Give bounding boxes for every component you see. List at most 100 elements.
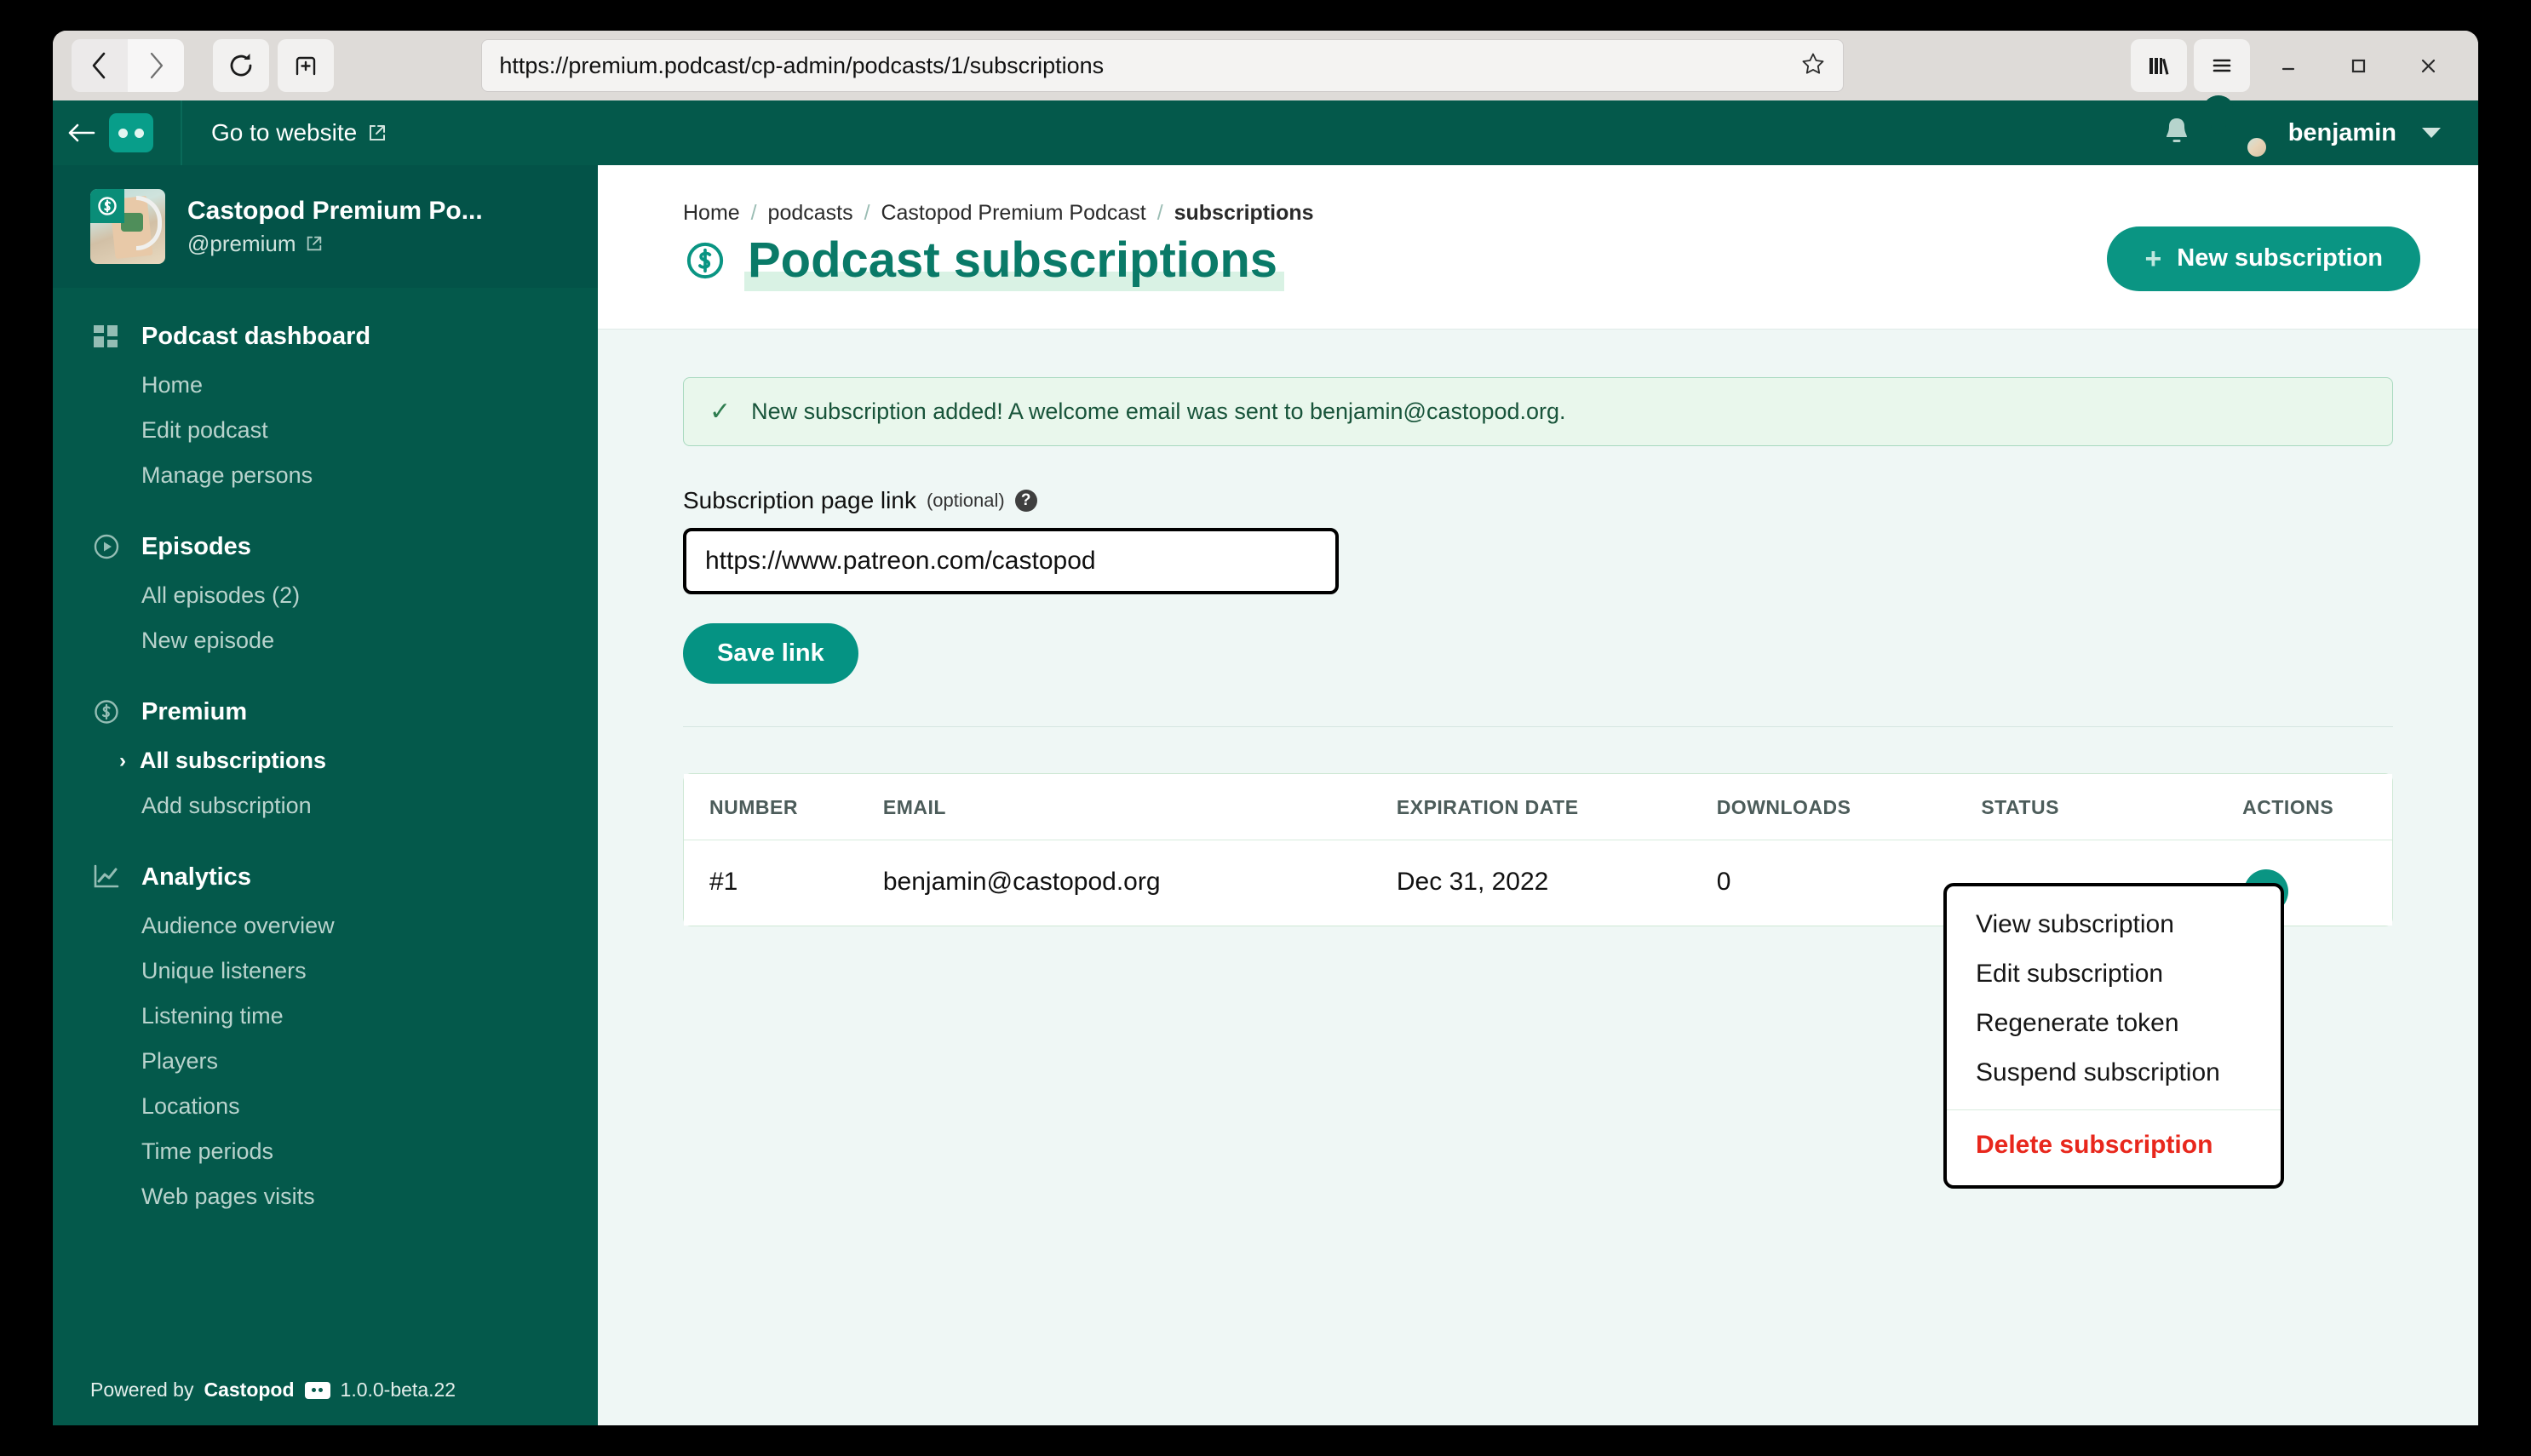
sidebar-section-label: Premium (141, 697, 248, 725)
address-bar[interactable]: https://premium.podcast/cp-admin/podcast… (481, 39, 1845, 92)
breadcrumb-item-podcasts[interactable]: podcasts (768, 201, 853, 225)
maximize-button[interactable] (2327, 39, 2390, 92)
nav-button-group (72, 39, 184, 92)
dropdown-item-edit-subscription[interactable]: Edit subscription (1947, 949, 2281, 999)
cell-number: #1 (684, 840, 883, 926)
success-alert: ✓ New subscription added! A welcome emai… (683, 376, 2393, 446)
app-back-button[interactable] (53, 100, 109, 165)
breadcrumb-item-home[interactable]: Home (683, 201, 740, 225)
sidebar-section-label: Analytics (141, 863, 251, 891)
breadcrumb-separator: / (750, 201, 757, 225)
sidebar-item-all-episodes[interactable]: All episodes (2) (53, 573, 598, 618)
logo-eye-right (135, 128, 144, 138)
sidebar-section-podcast-dashboard[interactable]: Podcast dashboard (53, 310, 598, 363)
breadcrumb-separator: / (1156, 201, 1163, 225)
sidebar-item-audience-overview[interactable]: Audience overview (53, 903, 598, 949)
sidebar-item-all-subscriptions[interactable]: › All subscriptions (53, 738, 598, 783)
hamburger-menu-icon (2212, 59, 2231, 72)
powered-by-label: Powered by (90, 1379, 194, 1401)
page-content: ✓ New subscription added! A welcome emai… (598, 330, 2478, 1189)
url-text: https://premium.podcast/cp-admin/podcast… (499, 52, 1105, 78)
library-icon (2149, 58, 2169, 75)
cover-headphones (136, 196, 162, 250)
new-subscription-label: New subscription (2177, 244, 2383, 272)
subscription-dollar-icon (683, 238, 727, 287)
close-button[interactable] (2396, 39, 2459, 92)
forward-arrow-icon (150, 52, 164, 79)
subscription-link-label: Subscription page link (optional) ? (683, 487, 2393, 514)
sidebar-item-time-periods[interactable]: Time periods (53, 1129, 598, 1174)
sidebar-item-web-pages-visits[interactable]: Web pages visits (53, 1174, 598, 1219)
sidebar-footer: Powered by Castopod 1.0.0-beta.22 (53, 1360, 598, 1425)
sidebar-item-players[interactable]: Players (53, 1039, 598, 1084)
sidebar-section-premium[interactable]: Premium (53, 685, 598, 738)
field-optional-text: (optional) (926, 489, 1005, 511)
page-title-row: Podcast subscriptions (683, 233, 1314, 291)
go-to-website-link[interactable]: Go to website (182, 119, 416, 146)
notifications-button[interactable] (2161, 114, 2193, 152)
dropdown-item-view-subscription[interactable]: View subscription (1947, 900, 2281, 949)
breadcrumb-separator: / (864, 201, 870, 225)
sidebar-podcast-header[interactable]: Castopod Premium Po... @premium (53, 165, 598, 288)
chevron-right-icon: › (119, 748, 126, 772)
sidebar-section-analytics[interactable]: Analytics (53, 851, 598, 903)
back-arrow-icon (92, 52, 106, 79)
sidebar-item-home[interactable]: Home (53, 363, 598, 408)
column-header-downloads: DOWNLOADS (1716, 773, 1982, 840)
back-button[interactable] (72, 39, 128, 92)
sidebar-podcast-handle[interactable]: @premium (187, 231, 483, 257)
sidebar-item-unique-listeners[interactable]: Unique listeners (53, 949, 598, 994)
save-link-button[interactable]: Save link (683, 622, 858, 684)
menu-button[interactable] (2193, 39, 2250, 92)
cell-downloads: 0 (1716, 840, 1982, 926)
column-header-status: STATUS (1981, 773, 2243, 840)
version-label: 1.0.0-beta.22 (340, 1379, 456, 1401)
podcast-cover-image (90, 189, 165, 264)
sidebar-podcast-title: Castopod Premium Po... (187, 196, 483, 225)
forward-button[interactable] (128, 39, 184, 92)
dashboard-grid-icon (90, 320, 123, 353)
sidebar-item-locations[interactable]: Locations (53, 1084, 598, 1129)
reload-button[interactable] (213, 39, 269, 92)
sidebar-item-add-subscription[interactable]: Add subscription (53, 783, 598, 828)
sidebar-item-edit-podcast[interactable]: Edit podcast (53, 408, 598, 453)
dropdown-item-suspend-subscription[interactable]: Suspend subscription (1947, 1048, 2281, 1098)
chevron-down-icon[interactable] (2422, 128, 2441, 138)
cell-expiration: Dec 31, 2022 (1396, 840, 1717, 926)
new-tab-button[interactable] (278, 39, 334, 92)
sidebar-item-manage-persons[interactable]: Manage persons (53, 453, 598, 498)
new-subscription-button[interactable]: + New subscription (2107, 226, 2420, 291)
field-label-text: Subscription page link (683, 486, 916, 513)
new-tab-icon (296, 56, 316, 76)
page-title: Podcast subscriptions (744, 233, 1285, 291)
handle-label: @premium (187, 230, 296, 256)
logo-eye-left (118, 128, 128, 138)
dropdown-divider (1947, 1109, 2281, 1110)
sidebar-section-episodes[interactable]: Episodes (53, 520, 598, 573)
castopod-logo-icon[interactable] (109, 113, 153, 152)
sidebar-item-listening-time[interactable]: Listening time (53, 994, 598, 1039)
subscription-link-input[interactable] (683, 527, 1339, 594)
go-to-website-label: Go to website (211, 119, 358, 146)
star-icon[interactable] (1800, 51, 1826, 81)
nav-gap (53, 663, 598, 685)
maximize-icon (2351, 59, 2366, 73)
dropdown-item-regenerate-token[interactable]: Regenerate token (1947, 999, 2281, 1048)
external-link-icon (307, 236, 321, 251)
username-label: benjamin (2287, 118, 2396, 146)
minimize-button[interactable] (2257, 39, 2320, 92)
avatar[interactable] (2218, 111, 2268, 158)
app-top-bar-right: benjamin (2161, 111, 2478, 158)
sidebar-item-new-episode[interactable]: New episode (53, 618, 598, 663)
sidebar-item-label: All subscriptions (140, 748, 327, 773)
main-content: Home / podcasts / Castopod Premium Podca… (598, 165, 2478, 1425)
browser-window: https://premium.podcast/cp-admin/podcast… (53, 31, 2478, 1425)
library-button[interactable] (2130, 39, 2187, 92)
dropdown-item-delete-subscription[interactable]: Delete subscription (1947, 1121, 2281, 1170)
sidebar-nav: Podcast dashboard Home Edit podcast Mana… (53, 288, 598, 1360)
section-divider (683, 725, 2393, 727)
app-body: Castopod Premium Po... @premium Podcast … (53, 165, 2478, 1425)
breadcrumb-item-podcast[interactable]: Castopod Premium Podcast (881, 201, 1145, 225)
app-top-bar-left: Go to website (53, 100, 416, 165)
help-circle-icon[interactable]: ? (1014, 489, 1037, 512)
